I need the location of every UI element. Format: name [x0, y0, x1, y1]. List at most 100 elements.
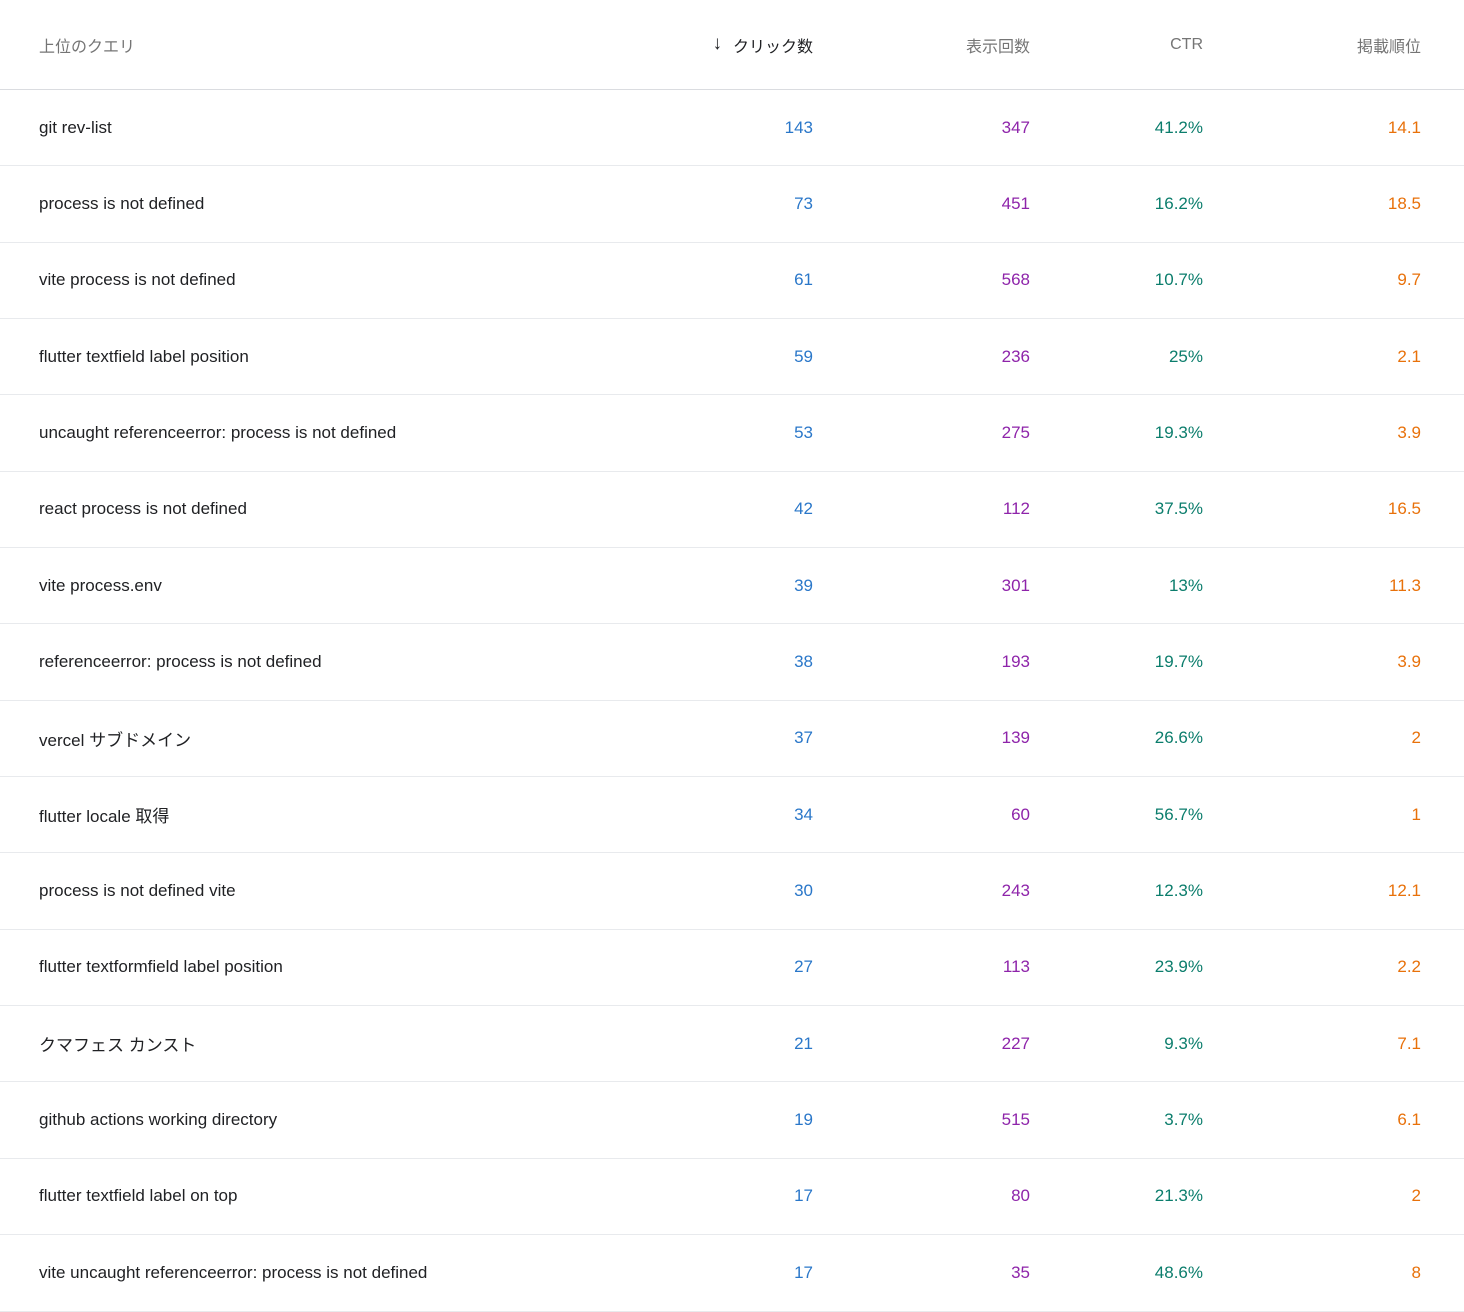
impressions-cell: 275	[813, 423, 1030, 443]
query-cell: vite uncaught referenceerror: process is…	[39, 1263, 640, 1283]
clicks-cell: 39	[640, 576, 813, 596]
impressions-cell: 193	[813, 652, 1030, 672]
clicks-cell: 59	[640, 347, 813, 367]
table-row[interactable]: クマフェス カンスト 21 227 9.3% 7.1	[0, 1006, 1464, 1082]
position-cell: 2.2	[1203, 957, 1421, 977]
ctr-cell: 16.2%	[1030, 194, 1203, 214]
ctr-cell: 9.3%	[1030, 1034, 1203, 1054]
ctr-cell: 23.9%	[1030, 957, 1203, 977]
clicks-cell: 73	[640, 194, 813, 214]
ctr-cell: 10.7%	[1030, 270, 1203, 290]
query-cell: process is not defined	[39, 194, 640, 214]
impressions-cell: 112	[813, 499, 1030, 519]
impressions-cell: 347	[813, 118, 1030, 138]
table-row[interactable]: git rev-list 143 347 41.2% 14.1	[0, 90, 1464, 166]
ctr-cell: 13%	[1030, 576, 1203, 596]
top-queries-table: 上位のクエリ ↓ クリック数 表示回数 CTR 掲載順位 git rev-lis…	[0, 0, 1464, 1312]
table-row[interactable]: react process is not defined 42 112 37.5…	[0, 472, 1464, 548]
ctr-cell: 19.7%	[1030, 652, 1203, 672]
query-cell: referenceerror: process is not defined	[39, 652, 640, 672]
clicks-cell: 34	[640, 805, 813, 825]
position-cell: 12.1	[1203, 881, 1421, 901]
column-header-query[interactable]: 上位のクエリ	[39, 33, 640, 57]
ctr-cell: 26.6%	[1030, 728, 1203, 748]
impressions-cell: 113	[813, 957, 1030, 977]
position-cell: 18.5	[1203, 194, 1421, 214]
impressions-cell: 227	[813, 1034, 1030, 1054]
sort-descending-icon: ↓	[712, 34, 722, 53]
position-cell: 2	[1203, 1186, 1421, 1206]
column-header-impressions[interactable]: 表示回数	[813, 33, 1030, 57]
query-cell: flutter locale 取得	[39, 802, 640, 827]
table-row[interactable]: flutter textformfield label position 27 …	[0, 930, 1464, 1006]
query-cell: クマフェス カンスト	[39, 1031, 640, 1056]
position-cell: 9.7	[1203, 270, 1421, 290]
clicks-cell: 38	[640, 652, 813, 672]
position-cell: 2	[1203, 728, 1421, 748]
clicks-cell: 17	[640, 1186, 813, 1206]
impressions-cell: 301	[813, 576, 1030, 596]
query-cell: uncaught referenceerror: process is not …	[39, 423, 640, 443]
table-row[interactable]: flutter textfield label position 59 236 …	[0, 319, 1464, 395]
impressions-cell: 515	[813, 1110, 1030, 1130]
clicks-cell: 37	[640, 728, 813, 748]
table-row[interactable]: vite process.env 39 301 13% 11.3	[0, 548, 1464, 624]
column-header-ctr[interactable]: CTR	[1030, 36, 1203, 54]
clicks-cell: 143	[640, 118, 813, 138]
impressions-cell: 243	[813, 881, 1030, 901]
query-cell: flutter textfield label position	[39, 347, 640, 367]
ctr-cell: 48.6%	[1030, 1263, 1203, 1283]
query-cell: react process is not defined	[39, 499, 640, 519]
table-row[interactable]: vite uncaught referenceerror: process is…	[0, 1235, 1464, 1311]
table-row[interactable]: vercel サブドメイン 37 139 26.6% 2	[0, 701, 1464, 777]
table-row[interactable]: github actions working directory 19 515 …	[0, 1082, 1464, 1158]
impressions-cell: 236	[813, 347, 1030, 367]
clicks-cell: 17	[640, 1263, 813, 1283]
position-cell: 3.9	[1203, 423, 1421, 443]
position-cell: 7.1	[1203, 1034, 1421, 1054]
table-row[interactable]: vite process is not defined 61 568 10.7%…	[0, 243, 1464, 319]
table-row[interactable]: flutter locale 取得 34 60 56.7% 1	[0, 777, 1464, 853]
query-cell: process is not defined vite	[39, 881, 640, 901]
column-header-position[interactable]: 掲載順位	[1203, 33, 1421, 57]
position-cell: 3.9	[1203, 652, 1421, 672]
clicks-cell: 61	[640, 270, 813, 290]
clicks-cell: 21	[640, 1034, 813, 1054]
clicks-cell: 27	[640, 957, 813, 977]
clicks-cell: 42	[640, 499, 813, 519]
column-header-clicks-label: クリック数	[733, 33, 813, 57]
ctr-cell: 37.5%	[1030, 499, 1203, 519]
clicks-cell: 30	[640, 881, 813, 901]
query-cell: git rev-list	[39, 118, 640, 138]
impressions-cell: 80	[813, 1186, 1030, 1206]
table-row[interactable]: flutter textfield label on top 17 80 21.…	[0, 1159, 1464, 1235]
table-row[interactable]: referenceerror: process is not defined 3…	[0, 624, 1464, 700]
position-cell: 16.5	[1203, 499, 1421, 519]
position-cell: 14.1	[1203, 118, 1421, 138]
table-row[interactable]: uncaught referenceerror: process is not …	[0, 395, 1464, 471]
query-cell: vite process.env	[39, 576, 640, 596]
query-cell: vercel サブドメイン	[39, 726, 640, 751]
impressions-cell: 451	[813, 194, 1030, 214]
query-cell: vite process is not defined	[39, 270, 640, 290]
query-cell: flutter textfield label on top	[39, 1186, 640, 1206]
ctr-cell: 21.3%	[1030, 1186, 1203, 1206]
position-cell: 1	[1203, 805, 1421, 825]
position-cell: 8	[1203, 1263, 1421, 1283]
position-cell: 2.1	[1203, 347, 1421, 367]
ctr-cell: 41.2%	[1030, 118, 1203, 138]
table-row[interactable]: process is not defined vite 30 243 12.3%…	[0, 853, 1464, 929]
query-cell: github actions working directory	[39, 1110, 640, 1130]
table-body: git rev-list 143 347 41.2% 14.1 process …	[0, 90, 1464, 1312]
ctr-cell: 25%	[1030, 347, 1203, 367]
query-cell: flutter textformfield label position	[39, 957, 640, 977]
impressions-cell: 139	[813, 728, 1030, 748]
impressions-cell: 568	[813, 270, 1030, 290]
column-header-clicks[interactable]: ↓ クリック数	[640, 33, 813, 57]
ctr-cell: 56.7%	[1030, 805, 1203, 825]
table-row[interactable]: process is not defined 73 451 16.2% 18.5	[0, 166, 1464, 242]
ctr-cell: 19.3%	[1030, 423, 1203, 443]
ctr-cell: 12.3%	[1030, 881, 1203, 901]
position-cell: 6.1	[1203, 1110, 1421, 1130]
impressions-cell: 60	[813, 805, 1030, 825]
